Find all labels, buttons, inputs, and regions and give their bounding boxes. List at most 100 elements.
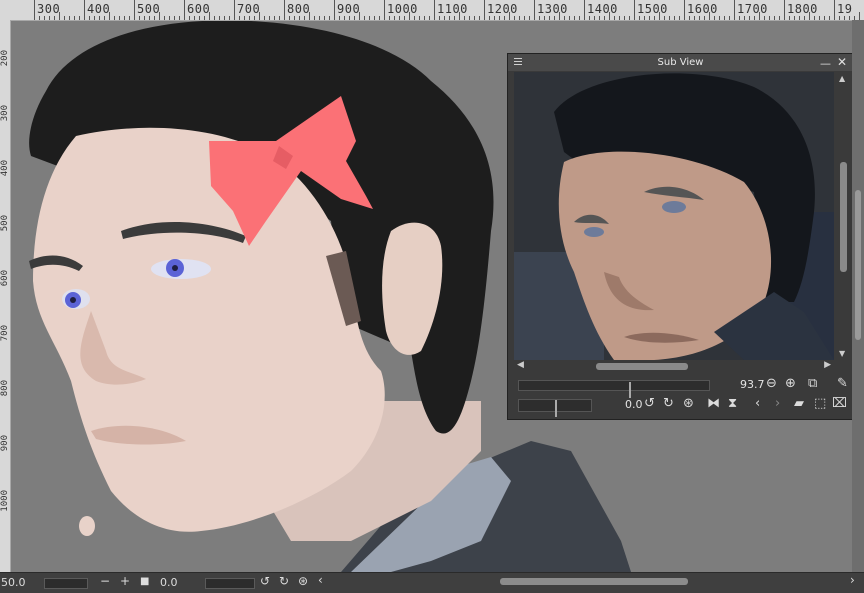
rotate-left-icon[interactable]: ↺ xyxy=(644,396,655,412)
ruler-minor-tick xyxy=(89,16,90,20)
canvas-scroll-right-icon[interactable]: › xyxy=(850,573,855,587)
canvas-rotate-left-icon[interactable]: ↺ xyxy=(260,574,270,588)
canvas-rotate-right-icon[interactable]: ↻ xyxy=(279,574,289,588)
ruler-minor-tick xyxy=(804,16,805,20)
ruler-minor-tick xyxy=(464,16,465,20)
ruler-major-tick xyxy=(284,0,285,20)
ruler-major-tick xyxy=(434,0,435,20)
ruler-minor-tick xyxy=(649,16,650,20)
scroll-up-icon[interactable]: ▲ xyxy=(839,74,845,83)
canvas-horizontal-scrollbar[interactable] xyxy=(330,577,845,587)
ruler-minor-tick xyxy=(849,16,850,20)
ruler-label: 900 xyxy=(337,2,361,16)
ruler-minor-tick xyxy=(129,16,130,20)
reset-rotation-icon[interactable]: ⊛ xyxy=(683,396,694,412)
next-image-icon[interactable]: › xyxy=(775,396,780,412)
ruler-major-tick xyxy=(484,0,485,20)
import-icon[interactable]: ⬚ xyxy=(814,396,826,412)
ruler-minor-tick xyxy=(369,16,370,20)
rotation-slider[interactable] xyxy=(518,399,592,417)
flip-vertical-icon[interactable]: ⧗ xyxy=(728,396,737,412)
vertical-scrollbar[interactable]: ▲ ▼ xyxy=(837,72,851,360)
zoom-in-icon[interactable]: ⊕ xyxy=(785,376,796,392)
ruler-minor-tick xyxy=(424,16,425,20)
ruler-major-tick xyxy=(584,0,585,20)
ruler-minor-tick xyxy=(504,16,505,20)
close-icon[interactable]: ✕ xyxy=(837,54,847,71)
ruler-minor-tick xyxy=(319,16,320,20)
ruler-minor-tick xyxy=(64,16,65,20)
ruler-minor-tick xyxy=(729,16,730,20)
ruler-minor-tick xyxy=(789,16,790,20)
ruler-minor-tick xyxy=(539,16,540,20)
sub-view-panel[interactable]: Sub View — ✕ ▲ ▼ ◀ ▶ 93.7 ⊖ ⊕ ⧉ ✎ 0.0 ↺ … xyxy=(507,53,854,420)
ruler-minor-tick xyxy=(219,16,220,20)
canvas-zoom-slider[interactable] xyxy=(44,578,88,589)
sub-view-titlebar[interactable]: Sub View — ✕ xyxy=(508,54,853,71)
zoom-in-button[interactable]: + xyxy=(120,574,130,588)
left-ruler-label: 900 xyxy=(0,435,10,452)
zoom-out-icon[interactable]: ⊖ xyxy=(766,376,777,392)
rotate-right-icon[interactable]: ↻ xyxy=(663,396,674,412)
ruler-minor-tick xyxy=(139,16,140,20)
canvas-rotation-slider[interactable] xyxy=(205,578,255,589)
scroll-down-icon[interactable]: ▼ xyxy=(839,349,845,358)
eyedropper-icon[interactable]: ✎ xyxy=(837,376,848,392)
ruler-minor-tick xyxy=(404,16,405,20)
fit-to-view-icon[interactable]: ⧉ xyxy=(808,376,817,392)
ruler-minor-tick xyxy=(844,16,845,20)
menu-icon[interactable] xyxy=(514,58,522,67)
canvas-horizontal-scroll-thumb[interactable] xyxy=(500,578,688,585)
previous-image-icon[interactable]: ‹ xyxy=(755,396,760,412)
minimize-icon[interactable]: — xyxy=(820,55,831,72)
zoom-out-button[interactable]: − xyxy=(100,574,110,588)
fit-button[interactable]: ■ xyxy=(140,576,149,587)
ruler-minor-tick xyxy=(744,16,745,20)
ruler-major-tick xyxy=(784,0,785,20)
ruler-major-tick xyxy=(684,0,685,20)
ruler-minor-tick xyxy=(204,16,205,20)
ruler-minor-tick xyxy=(114,16,115,20)
status-bar: 50.0 − + ■ 0.0 ↺ ↻ ⊛ ‹ › xyxy=(0,572,864,593)
ruler-minor-tick xyxy=(564,16,565,20)
flip-horizontal-icon[interactable]: ⧓ xyxy=(707,396,720,412)
canvas-vertical-scroll-thumb[interactable] xyxy=(855,190,861,340)
ruler-minor-tick xyxy=(714,16,715,20)
ruler-minor-tick xyxy=(439,16,440,20)
ruler-minor-tick xyxy=(569,16,570,20)
ruler-minor-tick xyxy=(774,16,775,20)
ruler-minor-tick xyxy=(174,16,175,20)
horizontal-scrollbar[interactable]: ◀ ▶ xyxy=(514,360,834,372)
left-ruler-label: 200 xyxy=(0,50,10,67)
scroll-right-icon[interactable]: ▶ xyxy=(824,360,831,370)
ruler-label: 1200 xyxy=(487,2,518,16)
ruler-minor-tick xyxy=(519,16,520,20)
ruler-minor-tick xyxy=(269,16,270,20)
paint-blob xyxy=(79,516,95,536)
vertical-scroll-thumb[interactable] xyxy=(840,162,847,272)
ruler-major-tick xyxy=(84,0,85,20)
horizontal-scroll-thumb[interactable] xyxy=(596,363,688,370)
ruler-label: 800 xyxy=(287,2,311,16)
ruler-minor-tick xyxy=(279,16,280,20)
ruler-minor-tick xyxy=(764,16,765,20)
ruler-minor-tick xyxy=(469,16,470,20)
ruler-minor-tick xyxy=(429,16,430,20)
rotation-slider-knob[interactable] xyxy=(555,400,557,417)
canvas-vertical-scrollbar[interactable] xyxy=(852,20,864,572)
ruler-minor-tick xyxy=(199,16,200,20)
zoom-slider[interactable] xyxy=(518,380,710,398)
delete-icon[interactable]: ⌧ xyxy=(832,396,847,412)
canvas-reset-rotation-icon[interactable]: ⊛ xyxy=(298,574,308,588)
canvas-scroll-left-icon[interactable]: ‹ xyxy=(318,573,323,587)
ruler-label: 1800 xyxy=(787,2,818,16)
ruler-minor-tick xyxy=(859,12,860,20)
top-ruler: 300 400 500 600 700 800 900 1000 1100 1200 1300 140… xyxy=(0,0,864,21)
eye-right-pupil xyxy=(172,265,178,271)
ruler-minor-tick xyxy=(244,16,245,20)
ruler-minor-tick xyxy=(274,16,275,20)
ruler-minor-tick xyxy=(599,16,600,20)
reference-image-view[interactable] xyxy=(514,72,834,360)
scroll-left-icon[interactable]: ◀ xyxy=(517,360,524,370)
open-folder-icon[interactable]: ▰ xyxy=(794,396,804,412)
